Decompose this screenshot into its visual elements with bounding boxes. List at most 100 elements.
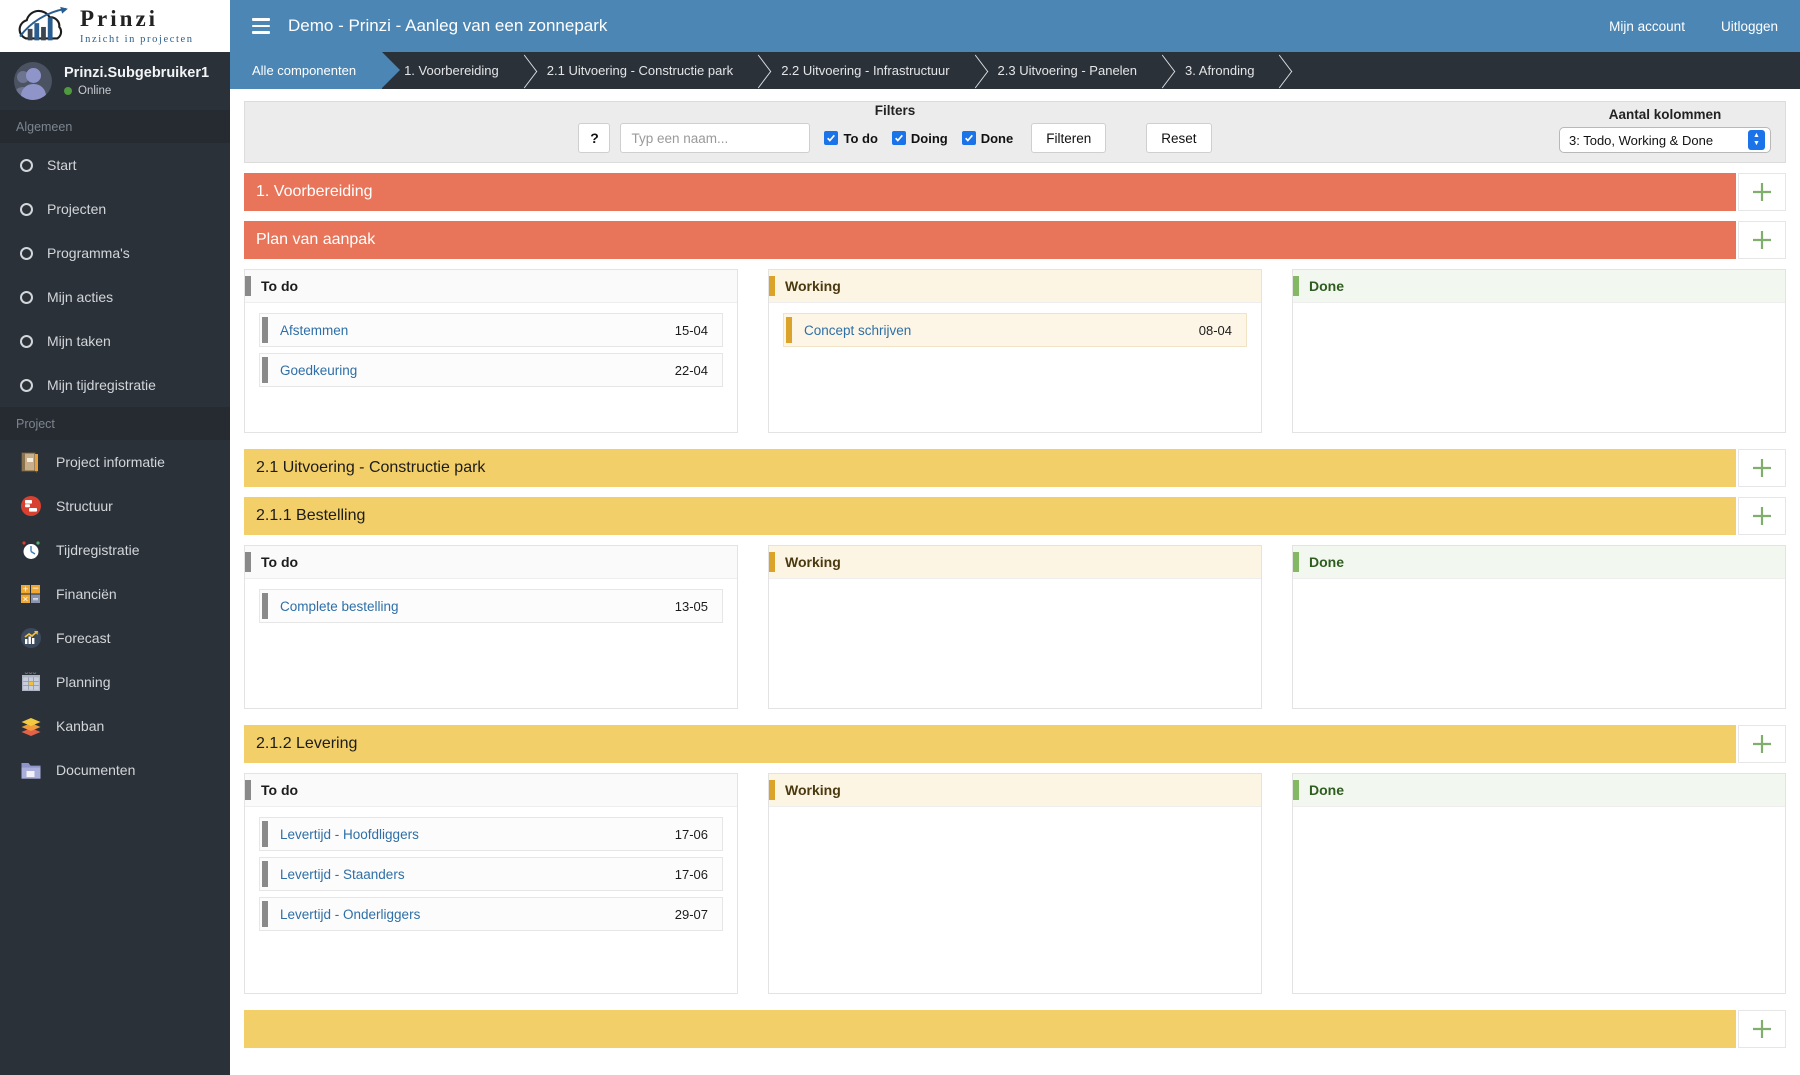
add-item-button[interactable] (1738, 221, 1786, 259)
add-item-button[interactable] (1738, 1010, 1786, 1048)
brand-header[interactable]: Prinzi Inzicht in projecten (0, 0, 230, 52)
checkbox-icon[interactable] (961, 131, 976, 145)
filters-title: Filters (874, 103, 916, 118)
task-title[interactable]: Goedkeuring (280, 363, 357, 378)
add-item-button[interactable] (1738, 725, 1786, 763)
circle-icon (20, 158, 33, 172)
nav-group-algemeen-label: Algemeen (0, 110, 230, 143)
add-item-button[interactable] (1738, 497, 1786, 535)
circle-icon (20, 246, 33, 260)
reset-button[interactable]: Reset (1146, 123, 1212, 153)
columns-count-select[interactable]: 3: Todo, Working & Done ▲ ▼ (1559, 127, 1771, 153)
task-title[interactable]: Afstemmen (280, 323, 348, 338)
sidebar-item-documenten[interactable]: Documenten (0, 748, 230, 792)
help-button[interactable]: ? (578, 123, 611, 153)
task-title[interactable]: Complete bestelling (280, 599, 399, 614)
column-title: Working (785, 782, 841, 798)
filter-button[interactable]: Filteren (1031, 123, 1107, 153)
sidebar-item-projecten[interactable]: Projecten (0, 187, 230, 231)
column-body (769, 807, 1261, 993)
column-body (1293, 579, 1785, 708)
breadcrumb-item-23-panelen[interactable]: 2.3 Uitvoering - Panelen (976, 52, 1163, 89)
sidebar-item-financien[interactable]: + − × = Financiën (0, 572, 230, 616)
breadcrumb: Alle componenten 1. Voorbereiding 2.1 Ui… (230, 52, 1800, 89)
checkbox-icon[interactable] (891, 131, 906, 145)
filter-checkbox-doing[interactable]: Doing (891, 131, 956, 146)
breadcrumb-item-alle-componenten[interactable]: Alle componenten (230, 52, 401, 89)
column-todo: To do Afstemmen 15-04 Goedkeuring 22-04 (244, 269, 738, 433)
section-header-row: 2.1 Uitvoering - Constructie park (244, 449, 1786, 487)
task-title[interactable]: Concept schrijven (804, 323, 911, 338)
section-title[interactable]: 1. Voorbereiding (244, 173, 1736, 211)
sidebar-item-programmas[interactable]: Programma's (0, 231, 230, 275)
filter-bar: Filters ? To do (244, 101, 1786, 163)
online-dot-icon (64, 87, 72, 95)
breadcrumb-item-1-voorbereiding[interactable]: 1. Voorbereiding (382, 52, 525, 89)
filter-checkbox-todo[interactable]: To do (824, 131, 885, 146)
sidebar-item-tijdregistratie[interactable]: Tijdregistratie (0, 528, 230, 572)
column-group: To do Afstemmen 15-04 Goedkeuring 22-04 … (244, 269, 1786, 433)
task-card[interactable]: Levertijd - Staanders 17-06 (259, 857, 723, 891)
breadcrumb-item-21-constructie-park[interactable]: 2.1 Uitvoering - Constructie park (525, 52, 759, 89)
column-working: Working (768, 545, 1262, 709)
avatar (14, 62, 52, 100)
sidebar-item-label: Structuur (56, 498, 113, 514)
breadcrumb-item-22-infrastructuur[interactable]: 2.2 Uitvoering - Infrastructuur (759, 52, 975, 89)
task-date: 17-06 (674, 866, 708, 882)
svg-text:+: + (22, 585, 29, 594)
app-root: Prinzi Inzicht in projecten Prinzi.Subge… (0, 0, 1800, 1075)
plus-icon (1753, 1020, 1771, 1038)
circle-icon (20, 334, 33, 348)
sidebar-item-label: Projecten (47, 201, 107, 217)
search-input[interactable] (620, 123, 811, 153)
section-title[interactable] (244, 1010, 1736, 1048)
user-profile[interactable]: Prinzi.Subgebruiker1 Online (0, 52, 230, 110)
task-title[interactable]: Levertijd - Hoofdliggers (280, 827, 419, 842)
task-title[interactable]: Levertijd - Staanders (280, 867, 405, 882)
section-title[interactable]: 2.1.2 Levering (244, 725, 1736, 763)
add-item-button[interactable] (1738, 173, 1786, 211)
my-account-link[interactable]: Mijn account (1609, 19, 1685, 34)
task-card[interactable]: Goedkeuring 22-04 (259, 353, 723, 387)
card-status-bar-icon (262, 821, 268, 847)
status-bar-icon (1293, 780, 1299, 800)
task-title[interactable]: Levertijd - Onderliggers (280, 907, 420, 922)
task-card[interactable]: Afstemmen 15-04 (259, 313, 723, 347)
task-card[interactable]: Complete bestelling 13-05 (259, 589, 723, 623)
chevron-updown-icon[interactable]: ▲ ▼ (1748, 130, 1765, 150)
sidebar-item-kanban[interactable]: Kanban (0, 704, 230, 748)
sidebar-item-mijn-tijdregistratie[interactable]: Mijn tijdregistratie (0, 363, 230, 407)
checkbox-icon[interactable] (824, 131, 839, 145)
sidebar-item-start[interactable]: Start (0, 143, 230, 187)
sidebar-item-label: Mijn acties (47, 289, 114, 305)
logout-link[interactable]: Uitloggen (1721, 19, 1778, 34)
card-status-bar-icon (786, 317, 792, 343)
sidebar-item-project-informatie[interactable]: Project informatie (0, 440, 230, 484)
section-header-row: 1. Voorbereiding (244, 173, 1786, 211)
calculator-icon: + − × = (21, 584, 40, 603)
card-status-bar-icon (262, 357, 268, 383)
hamburger-icon[interactable] (252, 18, 270, 34)
column-done: Done (1292, 773, 1786, 994)
task-card[interactable]: Levertijd - Hoofdliggers 17-06 (259, 817, 723, 851)
filter-checkbox-done[interactable]: Done (961, 131, 1022, 146)
section-header-row: 2.1.2 Levering (244, 725, 1786, 763)
sidebar-item-planning[interactable]: Planning (0, 660, 230, 704)
filter-checkbox-label: To do (843, 130, 878, 146)
sidebar-item-label: Start (47, 157, 77, 173)
section-title[interactable]: Plan van aanpak (244, 221, 1736, 259)
sidebar-item-mijn-acties[interactable]: Mijn acties (0, 275, 230, 319)
section-title[interactable]: 2.1.1 Bestelling (244, 497, 1736, 535)
task-date: 08-04 (1198, 322, 1232, 338)
sidebar-item-structuur[interactable]: Structuur (0, 484, 230, 528)
column-header: To do (245, 774, 737, 807)
column-header: Done (1293, 270, 1785, 303)
task-card[interactable]: Levertijd - Onderliggers 29-07 (259, 897, 723, 931)
sidebar-item-mijn-taken[interactable]: Mijn taken (0, 319, 230, 363)
task-card[interactable]: Concept schrijven 08-04 (783, 313, 1247, 347)
sidebar-item-forecast[interactable]: Forecast (0, 616, 230, 660)
section-title[interactable]: 2.1 Uitvoering - Constructie park (244, 449, 1736, 487)
breadcrumb-item-3-afronding[interactable]: 3. Afronding (1163, 52, 1280, 89)
column-header: To do (245, 270, 737, 303)
add-item-button[interactable] (1738, 449, 1786, 487)
